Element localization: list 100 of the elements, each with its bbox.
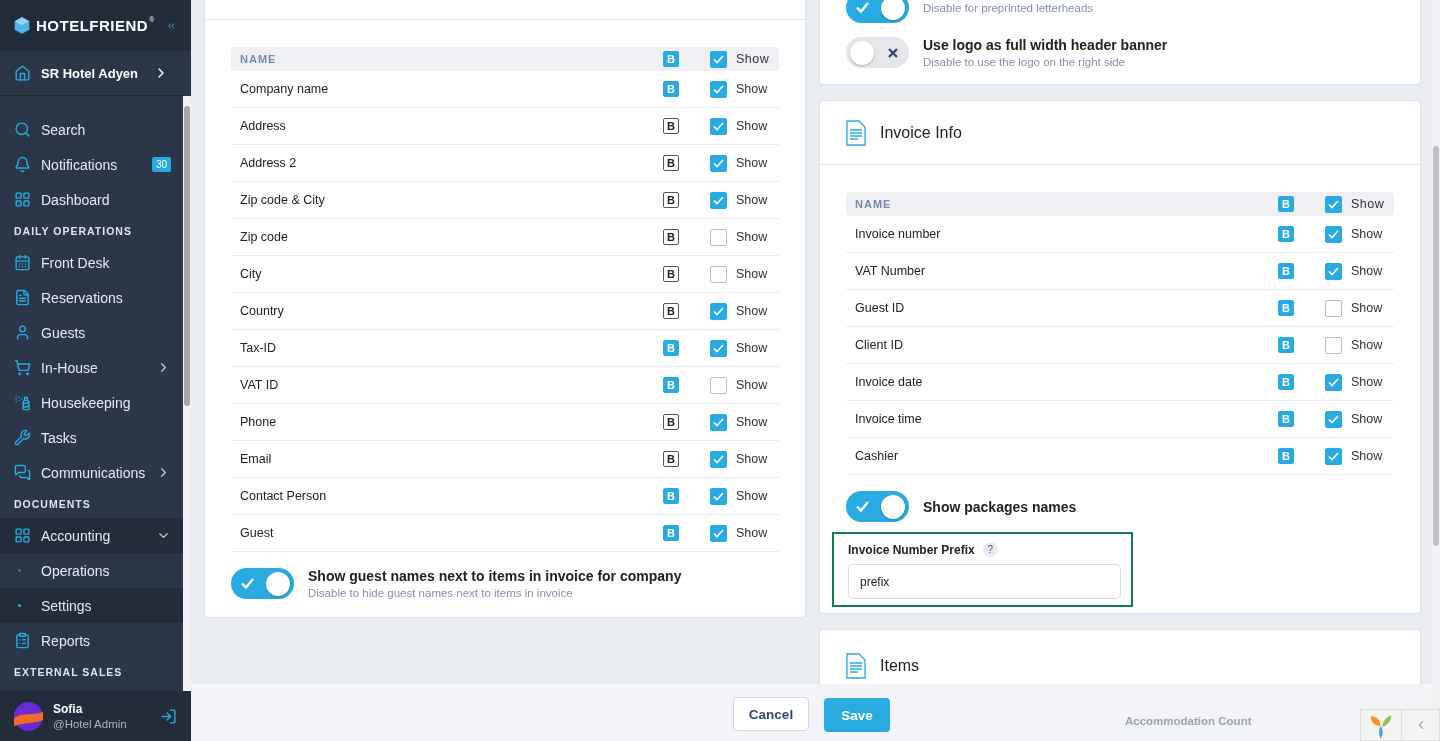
- checkbox[interactable]: [710, 413, 727, 431]
- toggle-switch[interactable]: [846, 37, 909, 68]
- checkbox[interactable]: [1325, 262, 1342, 280]
- checkbox-label: Show: [736, 489, 769, 503]
- checkbox[interactable]: [710, 191, 727, 209]
- card-title: Items: [880, 656, 920, 675]
- check-icon: [856, 2, 869, 13]
- field-name: Invoice date: [855, 375, 924, 389]
- card-title: Invoice Info: [880, 123, 962, 142]
- field-label: Accommodation Count: [1125, 715, 1252, 727]
- checkbox[interactable]: [1325, 447, 1342, 465]
- grid-icon: [14, 191, 31, 208]
- bold-toggle[interactable]: B: [663, 303, 679, 319]
- nav-item[interactable]: Tasks: [0, 420, 183, 455]
- nav-item[interactable]: Reports: [0, 623, 183, 658]
- field-name: Contact Person: [240, 489, 328, 503]
- toggle-switch[interactable]: [846, 491, 909, 522]
- count-badge: 30: [151, 157, 171, 172]
- field-name: Email: [240, 452, 273, 466]
- checkbox[interactable]: [710, 154, 727, 172]
- nav-subitem[interactable]: Operations: [0, 553, 183, 588]
- document-icon: [14, 289, 31, 306]
- checkbox[interactable]: [710, 80, 727, 98]
- hotel-selector[interactable]: SR Hotel Adyen: [0, 51, 183, 96]
- checkbox[interactable]: [710, 265, 727, 283]
- checkbox[interactable]: [710, 228, 727, 246]
- field-name: Zip code & City: [240, 193, 326, 207]
- calendar-icon: [14, 254, 31, 271]
- checkbox[interactable]: [1325, 336, 1342, 354]
- bold-toggle[interactable]: B: [663, 155, 679, 171]
- section-heading: EXTERNAL SALES: [13, 665, 124, 680]
- bold-toggle[interactable]: B: [663, 192, 679, 208]
- checkbox-label: Show: [1351, 338, 1384, 352]
- checkbox-label: Show: [1351, 375, 1384, 389]
- checkbox[interactable]: [1325, 195, 1342, 213]
- field-name: Invoice number: [855, 227, 942, 241]
- checkbox[interactable]: [710, 50, 727, 68]
- bold-toggle[interactable]: B: [663, 118, 679, 134]
- field-name: Address 2: [240, 156, 298, 170]
- nav-item[interactable]: Front Desk: [0, 245, 183, 280]
- check-icon: [1328, 229, 1339, 239]
- grid-icon: [14, 527, 31, 544]
- avatar: [14, 701, 43, 731]
- setting-hint: Disable to use the logo on the right side: [923, 56, 1127, 68]
- help-icon[interactable]: ?: [982, 542, 998, 557]
- checkbox-label: Show: [736, 415, 769, 429]
- field-name: Invoice time: [855, 412, 923, 426]
- checkbox[interactable]: [1325, 410, 1342, 428]
- nav-item[interactable]: Dashboard: [0, 182, 183, 217]
- checkbox[interactable]: [710, 524, 727, 542]
- debug-toolbar[interactable]: [1360, 709, 1440, 741]
- column-header: Show: [1351, 197, 1385, 211]
- field-name: Guest: [240, 526, 275, 540]
- home-icon: [14, 64, 31, 82]
- check-icon: [713, 195, 724, 205]
- logout-icon[interactable]: [160, 707, 177, 725]
- nav-item[interactable]: In-House: [0, 350, 183, 385]
- check-icon: [713, 158, 724, 168]
- checkbox[interactable]: [710, 450, 727, 468]
- column-header: Show: [736, 52, 770, 66]
- checkbox-label: Show: [736, 230, 769, 244]
- check-icon: [713, 343, 724, 353]
- checkbox[interactable]: [1325, 299, 1342, 317]
- checkbox[interactable]: [710, 376, 727, 394]
- check-icon: [713, 454, 724, 464]
- bold-toggle[interactable]: B: [663, 266, 679, 282]
- section-heading: DOCUMENTS: [13, 497, 92, 512]
- nav-subitem[interactable]: Settings: [0, 588, 183, 623]
- bold-toggle[interactable]: B: [663, 451, 679, 467]
- checkbox[interactable]: [710, 487, 727, 505]
- checkbox[interactable]: [1325, 225, 1342, 243]
- checkbox[interactable]: [710, 302, 727, 320]
- toggle-switch[interactable]: [231, 568, 294, 599]
- input-field[interactable]: prefix: [848, 564, 1121, 599]
- cancel-button[interactable]: Cancel: [733, 697, 809, 731]
- nav-item[interactable]: Guests: [0, 315, 183, 350]
- bold-toggle[interactable]: B: [663, 229, 679, 245]
- nav-item[interactable]: Notifications 30: [0, 147, 183, 182]
- check-icon: [713, 54, 724, 64]
- check-icon: [713, 528, 724, 538]
- checkbox-label: Show: [736, 82, 769, 96]
- check-icon: [241, 578, 254, 589]
- field-name: VAT ID: [240, 378, 280, 392]
- checkbox[interactable]: [1325, 373, 1342, 391]
- check-icon: [713, 84, 724, 94]
- bold-toggle[interactable]: B: [663, 414, 679, 430]
- checkbox-label: Show: [1351, 301, 1384, 315]
- nav-item[interactable]: Accounting: [0, 518, 183, 553]
- field-name: Address: [240, 119, 287, 133]
- nav-item[interactable]: Housekeeping: [0, 385, 183, 420]
- setting-title: Show packages names: [923, 498, 1077, 515]
- setting-hint: Disable for preprinted letterheads: [923, 1, 1094, 14]
- nav-item[interactable]: Reservations: [0, 280, 183, 315]
- cart-icon: [14, 359, 31, 376]
- checkbox[interactable]: [710, 339, 727, 357]
- toggle-switch[interactable]: [846, 0, 909, 23]
- checkbox[interactable]: [710, 117, 727, 135]
- nav-item[interactable]: Communications: [0, 455, 183, 490]
- nav-item[interactable]: Search: [0, 112, 183, 147]
- clipboard-icon: [14, 632, 31, 649]
